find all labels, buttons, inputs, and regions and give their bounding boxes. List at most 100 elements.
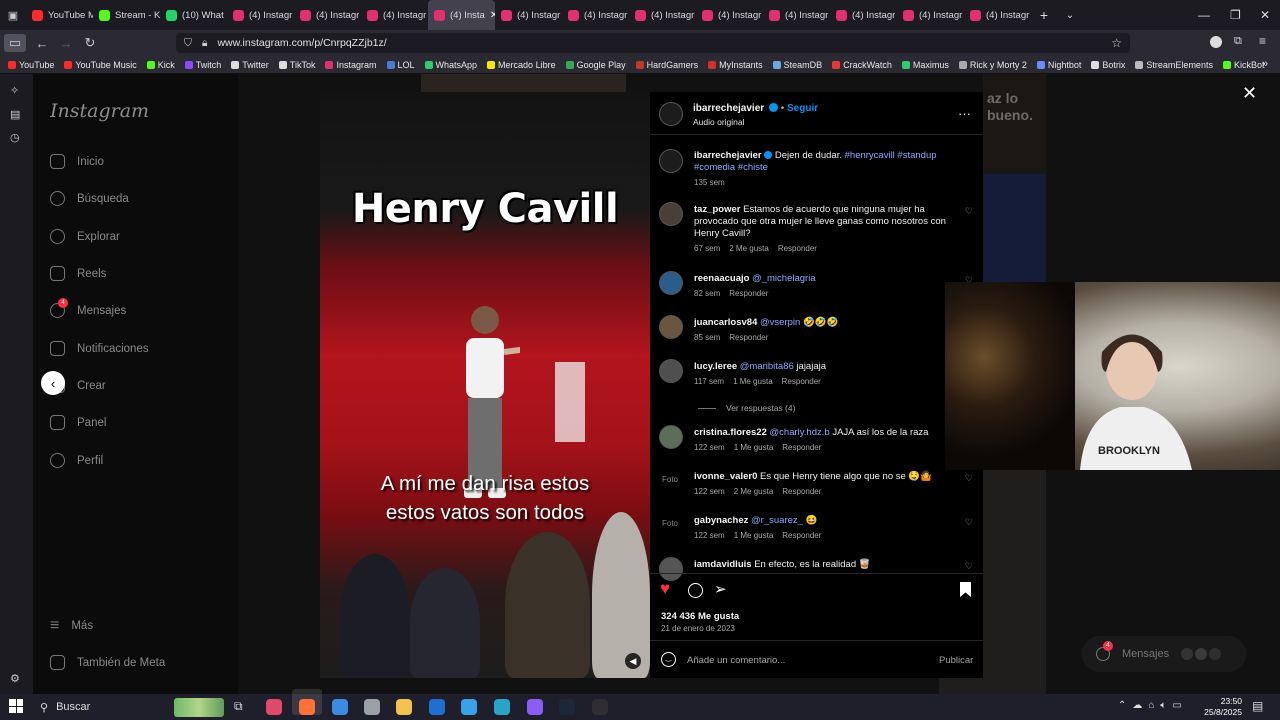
shield-icon[interactable]: ⛉ [184,37,192,50]
minimize-button[interactable]: — [1198,8,1210,22]
view-replies-link[interactable]: Ver respuestas (4) [698,403,795,413]
commenter-avatar[interactable] [659,271,683,295]
save-bookmark-icon[interactable] [960,582,971,597]
browser-tab[interactable]: (4) Instagr [964,0,1031,30]
close-post-icon[interactable]: ✕ [1242,83,1257,104]
comment-like-heart-icon[interactable]: ♡ [965,473,973,484]
settings-icon[interactable] [364,699,380,715]
commenter-avatar[interactable] [659,315,683,339]
browser-tab[interactable]: (4) Insta ✕ [428,0,495,30]
browser-tab[interactable]: (4) Instagr [294,0,361,30]
browser-tab[interactable]: (4) Instagr [361,0,428,30]
messages-floating-button[interactable]: 4 Mensajes [1082,636,1246,672]
commenter-avatar[interactable]: Foto [659,469,683,493]
lock-icon[interactable]: 🔒︎ [202,37,208,50]
tab-list-icon[interactable]: ▣ [0,9,26,22]
caption-hashtags[interactable]: #henrycavill #standup [845,150,937,161]
comment-mention[interactable]: @vserpin [760,317,800,328]
outlook-icon[interactable] [429,699,445,715]
browser-tab[interactable]: Stream - K [93,0,160,30]
caption-username[interactable]: ibarrechejavier [694,150,762,161]
commenter-avatar[interactable] [659,359,683,383]
author-username[interactable]: ibarrechejavier [693,103,764,114]
share-send-icon[interactable]: ➢ [714,580,727,598]
copilot-icon[interactable] [266,699,282,715]
comment-likes[interactable]: 1 Me gusta [734,531,774,540]
obs-icon[interactable] [592,699,608,715]
menu-icon[interactable]: ≡ [1259,34,1266,48]
browser-tab[interactable]: (4) Instagr [830,0,897,30]
caption-hashtags[interactable]: #comedia #chiste [694,162,768,173]
comment-likes[interactable]: 1 Me gusta [734,443,774,452]
nav-reels[interactable]: Reels [50,266,106,281]
extension-icon[interactable] [1210,36,1222,48]
bookmark-item[interactable]: Nightbot [1036,60,1081,70]
reply-button[interactable]: Responder [782,377,821,386]
previous-post-button[interactable]: ‹ [41,371,65,395]
bookmark-item[interactable]: Kick [146,60,175,70]
bookmark-item[interactable]: SteamDB [772,60,822,70]
bookmark-item[interactable]: YouTube Music [64,60,137,70]
edge-icon[interactable] [494,699,510,715]
bookmark-item[interactable]: StreamElements [1135,60,1213,70]
url-text[interactable]: www.instagram.com/p/CnrpqZZjb1z/ [217,37,386,49]
nav-messenger[interactable]: 4 Mensajes [50,298,126,318]
mute-toggle-icon[interactable]: ◀ [625,653,641,669]
comment-like-heart-icon[interactable]: ♡ [965,206,973,217]
browser-tab[interactable]: (4) Instagr [763,0,830,30]
instagram-logo[interactable]: Instagram [50,100,149,122]
like-heart-icon[interactable]: ♥ [660,579,670,599]
audio-label[interactable]: Audio original [693,117,818,127]
taskbar-search[interactable]: ⚲ Buscar [34,697,224,717]
nav-also-from-meta[interactable]: También de Meta [50,655,165,670]
browser-tab[interactable]: (4) Instagr [227,0,294,30]
reply-button[interactable]: Responder [729,289,768,298]
task-view-icon[interactable]: ⧉ [234,699,243,714]
emoji-icon[interactable]: ‿ [661,652,676,667]
comment-bubble-icon[interactable] [688,583,703,598]
bookmark-item[interactable]: TikTok [278,60,315,70]
commenter-avatar[interactable] [659,557,683,581]
clock[interactable]: 23:50 25/8/2025 [1202,696,1242,718]
comment-username[interactable]: reenaacuajo [694,273,749,284]
comment-username[interactable]: cristina.flores22 [694,427,767,438]
close-window-button[interactable]: ✕ [1260,8,1270,22]
comment-mention[interactable]: @charly.hdz.b [770,427,830,438]
comment-username[interactable]: iamdavidluis [694,559,752,570]
bookmark-item[interactable]: Rick y Morty 2 [958,60,1027,70]
store-icon[interactable] [332,699,348,715]
follow-button[interactable]: Seguir [787,103,818,114]
notifications-icon[interactable]: ▤ [1252,699,1263,713]
add-comment-input[interactable]: Añade un comentario... [687,655,785,666]
steam-icon[interactable] [559,699,575,715]
bookmark-item[interactable]: Maximus [901,60,949,70]
file-explorer-icon[interactable] [396,699,412,715]
bookmark-item[interactable]: Twitch [184,60,221,70]
app-icon[interactable] [461,699,477,715]
bookmark-item[interactable]: HardGamers [635,60,698,70]
publish-comment-button[interactable]: Publicar [939,655,973,666]
reel-video[interactable]: Henry Cavill A mí me dan risa estos esto… [320,92,650,678]
nav-compass[interactable]: Explorar [50,229,120,244]
nav-home[interactable]: Inicio [50,154,104,169]
bookmark-item[interactable]: Mercado Libre [487,60,556,70]
commenter-avatar[interactable]: Foto [659,513,683,537]
bookmark-star-icon[interactable]: ☆ [1111,36,1122,50]
nav-search[interactable]: Búsqueda [50,191,129,206]
customize-icon[interactable]: ⚙ [10,672,23,685]
discord-app-icon[interactable] [527,699,543,715]
comment-likes[interactable]: 2 Me gusta [729,244,769,253]
comment-mention[interactable]: @_michelagria [752,273,816,284]
url-bar[interactable]: ⛉ 🔒︎ www.instagram.com/p/CnrpqZZjb1z/ ☆ [176,33,1130,53]
comment-likes[interactable]: 1 Me gusta [733,377,773,386]
reply-button[interactable]: Responder [782,443,821,452]
back-button[interactable]: ← [30,31,54,55]
reply-button[interactable]: Responder [782,531,821,540]
caption-author-avatar[interactable] [659,149,683,173]
browser-tab[interactable]: (10) What [160,0,227,30]
bookmark-item[interactable]: CrackWatch [832,60,892,70]
reply-button[interactable]: Responder [778,244,817,253]
more-options-icon[interactable]: ··· [958,106,971,121]
nav-more[interactable]: ≡ Más [50,617,93,635]
browser-tab[interactable]: (4) Instagr [897,0,964,30]
